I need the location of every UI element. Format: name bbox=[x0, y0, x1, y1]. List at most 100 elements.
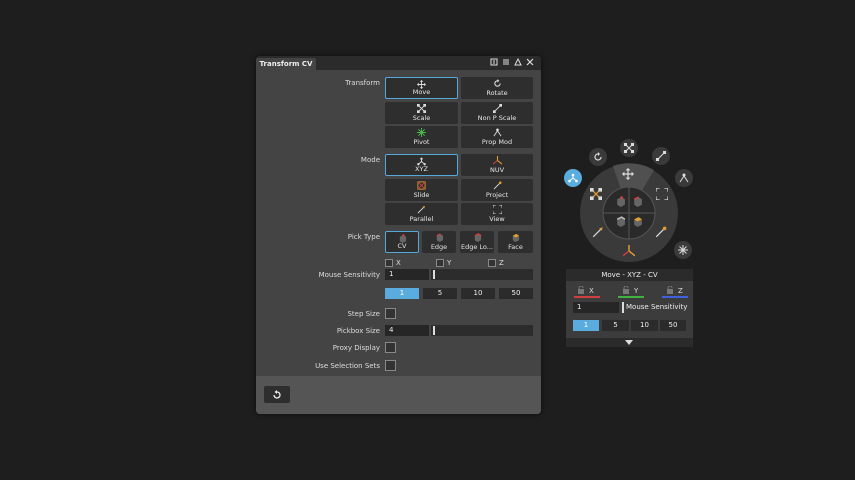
non-p-scale-button[interactable]: Non P Scale bbox=[461, 102, 533, 124]
z-axis-label: Z bbox=[499, 259, 504, 267]
edge-pick-button[interactable]: Edge bbox=[422, 231, 456, 253]
proxy-display-label: Proxy Display bbox=[332, 344, 380, 352]
transform-label: Transform bbox=[345, 79, 380, 87]
cv-pick-button[interactable]: CV bbox=[385, 231, 419, 253]
lock-z-icon[interactable] bbox=[666, 285, 674, 294]
pivot-button[interactable]: Pivot bbox=[385, 126, 458, 148]
radial-prop-mod-button[interactable] bbox=[675, 169, 693, 187]
nuv-button[interactable]: NUV bbox=[461, 154, 533, 176]
mini-preset-1[interactable]: 1 bbox=[573, 320, 599, 331]
mouse-sensitivity-input[interactable]: 1 bbox=[385, 269, 429, 280]
nuv-label: NUV bbox=[489, 166, 505, 174]
radial-non-p-scale-button[interactable] bbox=[652, 147, 670, 165]
y-axis-label: Y bbox=[447, 259, 452, 267]
mini-preset-5[interactable]: 5 bbox=[602, 320, 629, 331]
sensitivity-preset-1[interactable]: 1 bbox=[385, 288, 419, 299]
lock-y-icon[interactable] bbox=[622, 285, 630, 294]
radial-rotate-button[interactable] bbox=[589, 148, 607, 166]
rotate-button[interactable]: Rotate bbox=[461, 77, 533, 99]
radial-cv-icon[interactable] bbox=[615, 196, 626, 209]
radial-scale-button[interactable] bbox=[620, 139, 638, 157]
radial-edge-loop-icon[interactable] bbox=[615, 216, 626, 229]
panel-titlebar: Transform CV bbox=[256, 56, 541, 70]
edge-icon bbox=[436, 233, 443, 242]
face-pick-button[interactable]: Face bbox=[498, 231, 533, 253]
mini-sensitivity-input[interactable]: 1 bbox=[573, 302, 619, 313]
proxy-display-checkbox[interactable] bbox=[385, 342, 396, 353]
mini-preset-10[interactable]: 10 bbox=[631, 320, 658, 331]
prop-mod-button[interactable]: Prop Mod bbox=[461, 126, 533, 148]
radial-scale-icon[interactable] bbox=[590, 188, 602, 202]
parallel-label: Parallel bbox=[409, 215, 434, 223]
sensitivity-preset-5[interactable]: 5 bbox=[423, 288, 457, 299]
parallel-button[interactable]: Parallel bbox=[385, 203, 458, 225]
use-selection-sets-checkbox[interactable] bbox=[385, 360, 396, 371]
radial-project-icon[interactable] bbox=[655, 226, 667, 240]
radial-parallel-icon[interactable] bbox=[592, 226, 604, 240]
scale-label: Scale bbox=[412, 114, 431, 122]
project-button[interactable]: Project bbox=[461, 179, 533, 201]
menu-icon[interactable] bbox=[501, 58, 510, 67]
step-size-checkbox[interactable] bbox=[385, 308, 396, 319]
lock-x-icon[interactable] bbox=[577, 285, 585, 294]
mini-y-label: Y bbox=[634, 287, 639, 295]
slider-handle[interactable] bbox=[433, 326, 435, 335]
radial-pivot-button[interactable] bbox=[674, 241, 692, 259]
y-axis-checkbox[interactable] bbox=[436, 259, 444, 267]
radial-view-icon[interactable] bbox=[655, 187, 669, 202]
prop-mod-label: Prop Mod bbox=[481, 138, 513, 146]
z-axis-checkbox[interactable] bbox=[488, 259, 496, 267]
non-p-scale-label: Non P Scale bbox=[477, 114, 517, 122]
face-icon bbox=[512, 233, 520, 242]
mini-preset-50[interactable]: 50 bbox=[660, 320, 686, 331]
scale-icon bbox=[417, 104, 426, 113]
pickbox-size-slider[interactable] bbox=[431, 325, 533, 336]
radial-edge-icon[interactable] bbox=[632, 196, 643, 209]
slide-label: Slide bbox=[413, 191, 430, 199]
pivot-icon bbox=[678, 245, 688, 255]
project-icon bbox=[493, 181, 502, 190]
panel-footer bbox=[256, 376, 541, 414]
prop-mod-icon bbox=[679, 173, 689, 183]
edge-loop-pick-button[interactable]: Edge Lo... bbox=[460, 231, 494, 253]
mode-label: Mode bbox=[360, 156, 380, 164]
radial-move-icon[interactable] bbox=[622, 168, 634, 182]
rotate-label: Rotate bbox=[486, 89, 508, 97]
view-label: View bbox=[489, 215, 505, 223]
pickbox-size-input[interactable]: 4 bbox=[385, 325, 429, 336]
reset-button[interactable] bbox=[264, 386, 290, 403]
x-axis-checkbox[interactable] bbox=[385, 259, 393, 267]
parallel-icon bbox=[417, 205, 426, 214]
transform-cv-panel: Transform CV Transform Move Rotate Scale… bbox=[256, 56, 541, 414]
xyz-axis-icon bbox=[568, 173, 578, 183]
mini-expand-bar[interactable] bbox=[566, 338, 693, 347]
pin-icon[interactable] bbox=[489, 58, 498, 67]
mini-x-label: X bbox=[589, 287, 594, 295]
pickbox-size-label: Pickbox Size bbox=[336, 327, 380, 335]
nuv-axis-icon bbox=[492, 156, 502, 165]
radial-xyz-button[interactable] bbox=[564, 169, 582, 187]
sensitivity-preset-10[interactable]: 10 bbox=[461, 288, 495, 299]
edge-loop-icon bbox=[474, 233, 481, 242]
close-icon[interactable] bbox=[525, 58, 534, 67]
z-axis-color-bar bbox=[662, 296, 688, 298]
slide-button[interactable]: Slide bbox=[385, 179, 458, 201]
mini-sensitivity-label: Mouse Sensitivity bbox=[626, 303, 688, 311]
use-selection-sets-label: Use Selection Sets bbox=[315, 362, 380, 370]
mini-slider-handle[interactable] bbox=[622, 302, 624, 313]
scale-icon bbox=[624, 143, 634, 153]
pick-type-label: Pick Type bbox=[347, 233, 380, 241]
radial-nuv-icon[interactable] bbox=[622, 245, 636, 259]
sensitivity-preset-50[interactable]: 50 bbox=[499, 288, 533, 299]
xyz-button[interactable]: XYZ bbox=[385, 154, 458, 176]
move-button[interactable]: Move bbox=[385, 77, 458, 99]
view-button[interactable]: View bbox=[461, 203, 533, 225]
scale-button[interactable]: Scale bbox=[385, 102, 458, 124]
radial-face-icon[interactable] bbox=[632, 216, 643, 229]
pivot-icon bbox=[417, 128, 426, 137]
up-triangle-icon[interactable] bbox=[513, 57, 522, 67]
slider-handle[interactable] bbox=[433, 270, 435, 279]
step-size-label: Step Size bbox=[347, 310, 380, 318]
mouse-sensitivity-slider[interactable] bbox=[431, 269, 533, 280]
edge-loop-pick-label: Edge Lo... bbox=[461, 243, 493, 251]
